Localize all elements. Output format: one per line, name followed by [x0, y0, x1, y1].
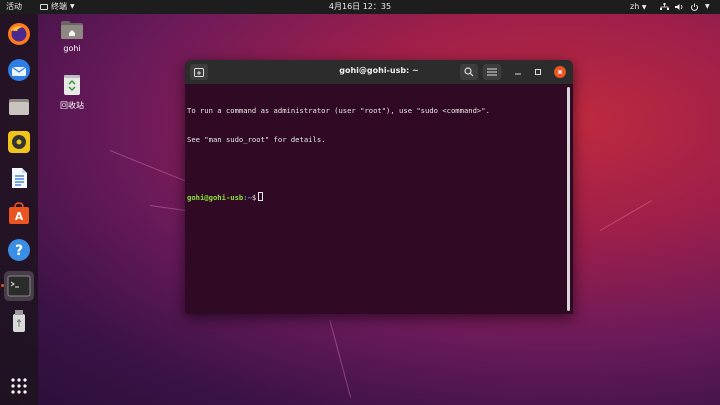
network-icon	[660, 3, 669, 10]
minimize-button[interactable]	[512, 66, 524, 78]
desktop-trash-label: 回收站	[60, 101, 84, 110]
dock-software[interactable]: A	[4, 199, 34, 229]
menu-button[interactable]	[483, 64, 501, 80]
terminal-titlebar[interactable]: gohi@gohi-usb: ~	[185, 60, 573, 84]
desktop-home-folder[interactable]: gohi	[52, 20, 92, 53]
hamburger-menu-icon	[487, 68, 497, 76]
usb-drive-icon	[13, 310, 25, 332]
svg-text:A: A	[15, 210, 24, 223]
volume-icon	[675, 4, 683, 10]
dock-rhythmbox[interactable]	[4, 127, 34, 157]
search-button[interactable]	[460, 64, 478, 80]
software-icon: A	[9, 202, 29, 224]
system-menu[interactable]: ▼	[660, 0, 710, 14]
close-button[interactable]	[554, 66, 566, 78]
wallpaper-streak	[599, 200, 653, 231]
prompt-symbol: $	[251, 192, 257, 202]
prompt-user: gohi@gohi-usb	[187, 192, 244, 202]
dock-usb-drive[interactable]	[4, 307, 34, 337]
dock-terminal[interactable]	[4, 271, 34, 301]
firefox-icon	[8, 23, 30, 45]
prompt-path: :~	[243, 192, 252, 202]
show-applications-button[interactable]	[4, 371, 34, 401]
close-icon	[557, 69, 563, 75]
terminal-window[interactable]: gohi@gohi-usb: ~ To run a command as adm…	[185, 60, 573, 314]
terminal-scrollbar[interactable]	[567, 87, 570, 311]
app-grid-icon	[11, 378, 27, 394]
files-icon	[9, 99, 29, 115]
dock-help[interactable]: ?	[4, 235, 34, 265]
dock-thunderbird[interactable]	[4, 55, 34, 85]
chevron-down-icon: ▼	[70, 3, 75, 10]
thunderbird-icon	[8, 59, 30, 81]
terminal-prompt-line: gohi@gohi-usb:~$	[187, 191, 573, 203]
help-icon: ?	[8, 239, 30, 261]
app-menu-label: 终端	[51, 2, 67, 11]
dock-firefox[interactable]	[4, 19, 34, 49]
rhythmbox-icon	[8, 131, 30, 153]
trash-icon	[64, 75, 80, 95]
terminal-output[interactable]: To run a command as administrator (user …	[185, 84, 573, 314]
text-cursor	[258, 191, 264, 201]
terminal-line: See "man sudo_root" for details.	[187, 134, 326, 144]
dock-writer[interactable]	[4, 163, 34, 193]
desktop-trash[interactable]: 回收站	[52, 74, 92, 111]
chevron-down-icon: ▼	[641, 4, 647, 11]
chevron-down-icon: ▼	[705, 3, 710, 10]
dock: A ?	[0, 14, 38, 405]
writer-icon	[12, 168, 27, 188]
dock-files[interactable]	[4, 91, 34, 121]
input-method-menu[interactable]: zh ▼	[630, 0, 646, 15]
new-tab-button[interactable]	[190, 64, 208, 80]
maximize-icon	[535, 69, 541, 75]
activities-button[interactable]: 活动	[6, 0, 22, 14]
terminal-icon	[7, 275, 31, 297]
power-icon	[691, 3, 698, 11]
home-folder-icon	[61, 21, 83, 39]
clock[interactable]: 4月16日 12：35	[329, 2, 391, 11]
maximize-button[interactable]	[532, 66, 544, 78]
language-label: zh	[630, 2, 640, 11]
svg-text:?: ?	[15, 243, 23, 259]
terminal-line: To run a command as administrator (user …	[187, 106, 490, 115]
wallpaper-streak	[329, 320, 352, 398]
app-menu[interactable]: 终端 ▼	[40, 0, 75, 14]
new-tab-icon	[194, 67, 204, 77]
top-bar: 活动 终端 ▼ 4月16日 12：35 zh ▼ ▼	[0, 0, 720, 14]
terminal-mini-icon	[40, 4, 48, 10]
desktop-home-label: gohi	[63, 44, 81, 53]
search-icon	[464, 67, 474, 77]
minimize-icon	[515, 73, 521, 75]
